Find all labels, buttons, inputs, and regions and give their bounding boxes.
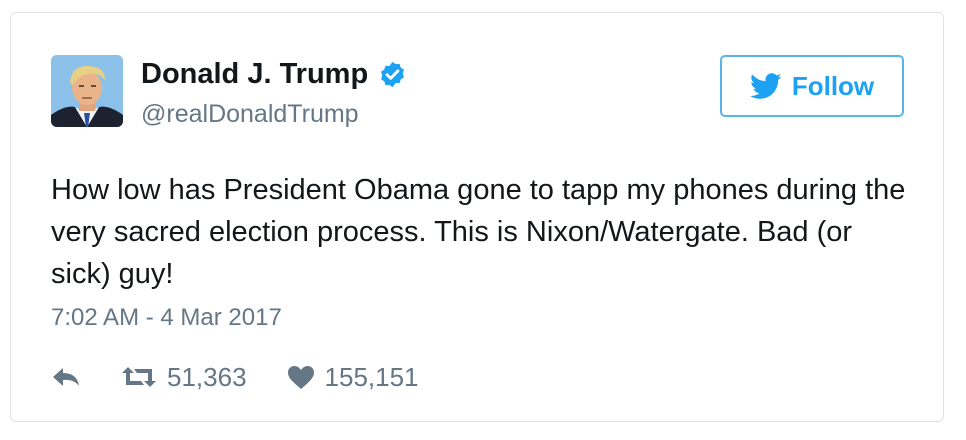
follow-button[interactable]: Follow [720,55,904,117]
reply-button[interactable] [51,366,81,388]
verified-badge-icon [378,60,407,89]
like-count: 155,151 [324,361,419,392]
author-handle[interactable]: @realDonaldTrump [141,99,359,129]
retweet-button[interactable]: 51,363 [121,362,247,393]
retweet-count: 51,363 [167,361,247,392]
tweet-actions: 51,363 155,151 [51,361,419,393]
avatar[interactable] [51,55,123,127]
tweet-timestamp[interactable]: 7:02 AM - 4 Mar 2017 [51,303,282,333]
heart-icon [287,365,315,390]
reply-icon [51,366,81,388]
author-name-row: Donald J. Trump [141,57,407,91]
twitter-bird-icon [749,72,782,100]
follow-button-label: Follow [791,70,875,101]
like-button[interactable]: 155,151 [287,362,419,393]
avatar-image [51,55,123,127]
retweet-icon [121,366,157,388]
author-name[interactable]: Donald J. Trump [141,57,368,91]
tweet-card: Donald J. Trump @realDonaldTrump Follow … [10,12,944,422]
tweet-text: How low has President Obama gone to tapp… [51,174,906,290]
